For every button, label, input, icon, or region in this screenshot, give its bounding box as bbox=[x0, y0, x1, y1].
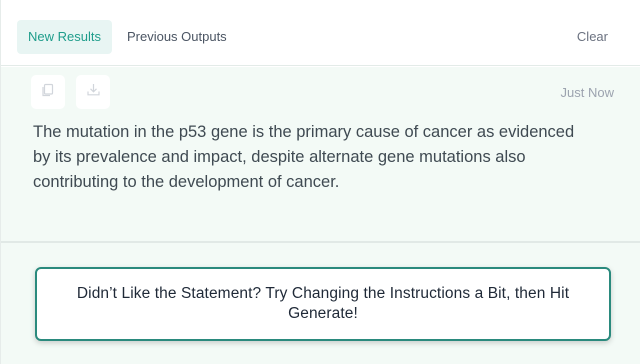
tab-previous-outputs[interactable]: Previous Outputs bbox=[116, 20, 238, 54]
hint-box: Didn’t Like the Statement? Try Changing … bbox=[35, 267, 611, 341]
download-icon bbox=[86, 82, 101, 102]
copy-icon bbox=[41, 83, 55, 102]
hint-section: Didn’t Like the Statement? Try Changing … bbox=[1, 241, 640, 364]
clear-button[interactable]: Clear bbox=[577, 20, 608, 54]
generated-statement: The mutation in the p53 gene is the prim… bbox=[33, 123, 575, 191]
tab-new-results[interactable]: New Results bbox=[17, 19, 112, 54]
results-tabbar: New Results Previous Outputs Clear bbox=[1, 8, 640, 66]
results-panel: New Results Previous Outputs Clear Just … bbox=[0, 0, 640, 364]
result-timestamp: Just Now bbox=[560, 85, 614, 100]
result-card: Just Now The mutation in the p53 gene is… bbox=[1, 67, 640, 242]
download-button[interactable] bbox=[76, 75, 110, 109]
hint-text: Didn’t Like the Statement? Try Changing … bbox=[76, 285, 570, 322]
copy-button[interactable] bbox=[31, 75, 65, 109]
